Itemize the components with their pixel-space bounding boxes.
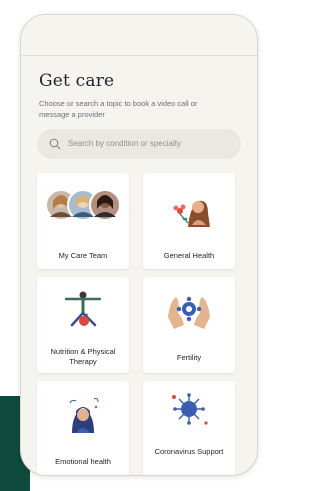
- phone-screen: Get care Choose or search a topic to boo…: [20, 14, 258, 476]
- virus-illustration: [172, 393, 208, 425]
- topic-label: My Care Team: [58, 251, 108, 260]
- yoga-pose-illustration: [64, 291, 102, 327]
- topic-card-my-care-team[interactable]: My Care Team: [37, 173, 129, 269]
- care-team-avatars: [45, 189, 121, 221]
- topic-label: Fertility: [176, 353, 202, 362]
- topic-card-nutrition-physical-therapy[interactable]: Nutrition & Physical Therapy: [37, 277, 129, 373]
- woman-with-flower-illustration: [173, 200, 210, 227]
- topic-card-general-health[interactable]: General Health: [143, 173, 235, 269]
- topic-label: General Health: [163, 251, 215, 260]
- woman-with-swirls-illustration: [69, 397, 99, 433]
- topic-card-emotional-health[interactable]: Emotional health: [37, 381, 129, 475]
- topic-label: Emotional health: [55, 457, 111, 466]
- search-input[interactable]: Search by condition or specialty: [37, 129, 241, 159]
- search-icon: [49, 138, 61, 150]
- page-subtitle: Choose or search a topic to book a video…: [39, 99, 198, 119]
- search-placeholder: Search by condition or specialty: [68, 139, 181, 148]
- hands-holding-cell-illustration: [168, 296, 210, 329]
- topic-label: Coronavirus Support: [154, 447, 224, 456]
- topic-card-fertility[interactable]: Fertility: [143, 277, 235, 373]
- topic-card-coronavirus-support[interactable]: Coronavirus Support: [143, 381, 235, 475]
- topic-label: Nutrition & Physical Therapy: [50, 347, 116, 366]
- page-title: Get care: [39, 71, 115, 91]
- top-app-bar: [21, 15, 257, 56]
